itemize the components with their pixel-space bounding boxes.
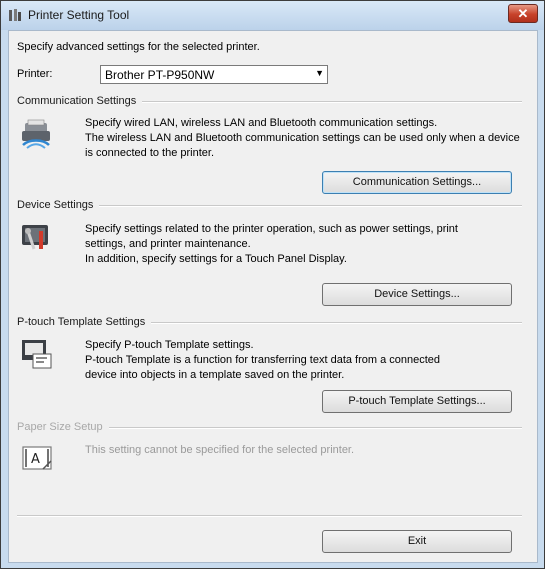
device-desc-2: settings, and printer maintenance.	[85, 238, 251, 250]
template-settings-button[interactable]: P-touch Template Settings...	[322, 390, 512, 413]
window-title: Printer Setting Tool	[28, 8, 130, 22]
template-icon	[22, 340, 52, 369]
communication-settings-button[interactable]: Communication Settings...	[322, 171, 512, 194]
app-icon	[9, 9, 21, 21]
paper-header: Paper Size Setup	[17, 421, 109, 433]
communication-desc-2: The wireless LAN and Bluetooth communica…	[85, 132, 520, 144]
intro-text: Specify advanced settings for the select…	[17, 41, 260, 53]
printer-select-value: Brother PT-P950NW	[105, 68, 215, 82]
svg-text:A: A	[31, 452, 40, 467]
device-header: Device Settings	[17, 199, 100, 211]
device-settings-button[interactable]: Device Settings...	[322, 283, 512, 306]
paper-desc-1: This setting cannot be specified for the…	[85, 444, 355, 456]
template-desc-2: P-touch Template is a function for trans…	[85, 354, 441, 366]
template-desc-1: Specify P-touch Template settings.	[85, 339, 254, 351]
chevron-down-icon: ▼	[315, 68, 324, 78]
template-header: P-touch Template Settings	[17, 316, 152, 328]
printer-network-icon	[22, 119, 50, 149]
printer-setting-tool-window: Printer Setting Tool ✕ Specify advanced …	[0, 0, 545, 569]
device-desc-1: Specify settings related to the printer …	[85, 223, 458, 235]
communication-desc-3: is connected to the printer.	[85, 147, 215, 159]
exit-button[interactable]: Exit	[322, 530, 512, 553]
communication-header: Communication Settings	[17, 95, 143, 107]
bottom-divider	[17, 515, 522, 517]
device-desc-3: In addition, specify settings for a Touc…	[85, 253, 347, 265]
title-bar[interactable]: Printer Setting Tool ✕	[1, 1, 544, 30]
client-area: Specify advanced settings for the select…	[8, 30, 538, 563]
tools-icon	[22, 225, 48, 250]
close-button[interactable]: ✕	[508, 4, 538, 23]
template-desc-3: device into objects in a template saved …	[85, 369, 345, 381]
printer-label: Printer:	[17, 68, 53, 80]
printer-select[interactable]: Brother PT-P950NW ▼	[100, 65, 328, 84]
paper-size-icon: A	[22, 446, 52, 470]
communication-desc-1: Specify wired LAN, wireless LAN and Blue…	[85, 117, 438, 129]
